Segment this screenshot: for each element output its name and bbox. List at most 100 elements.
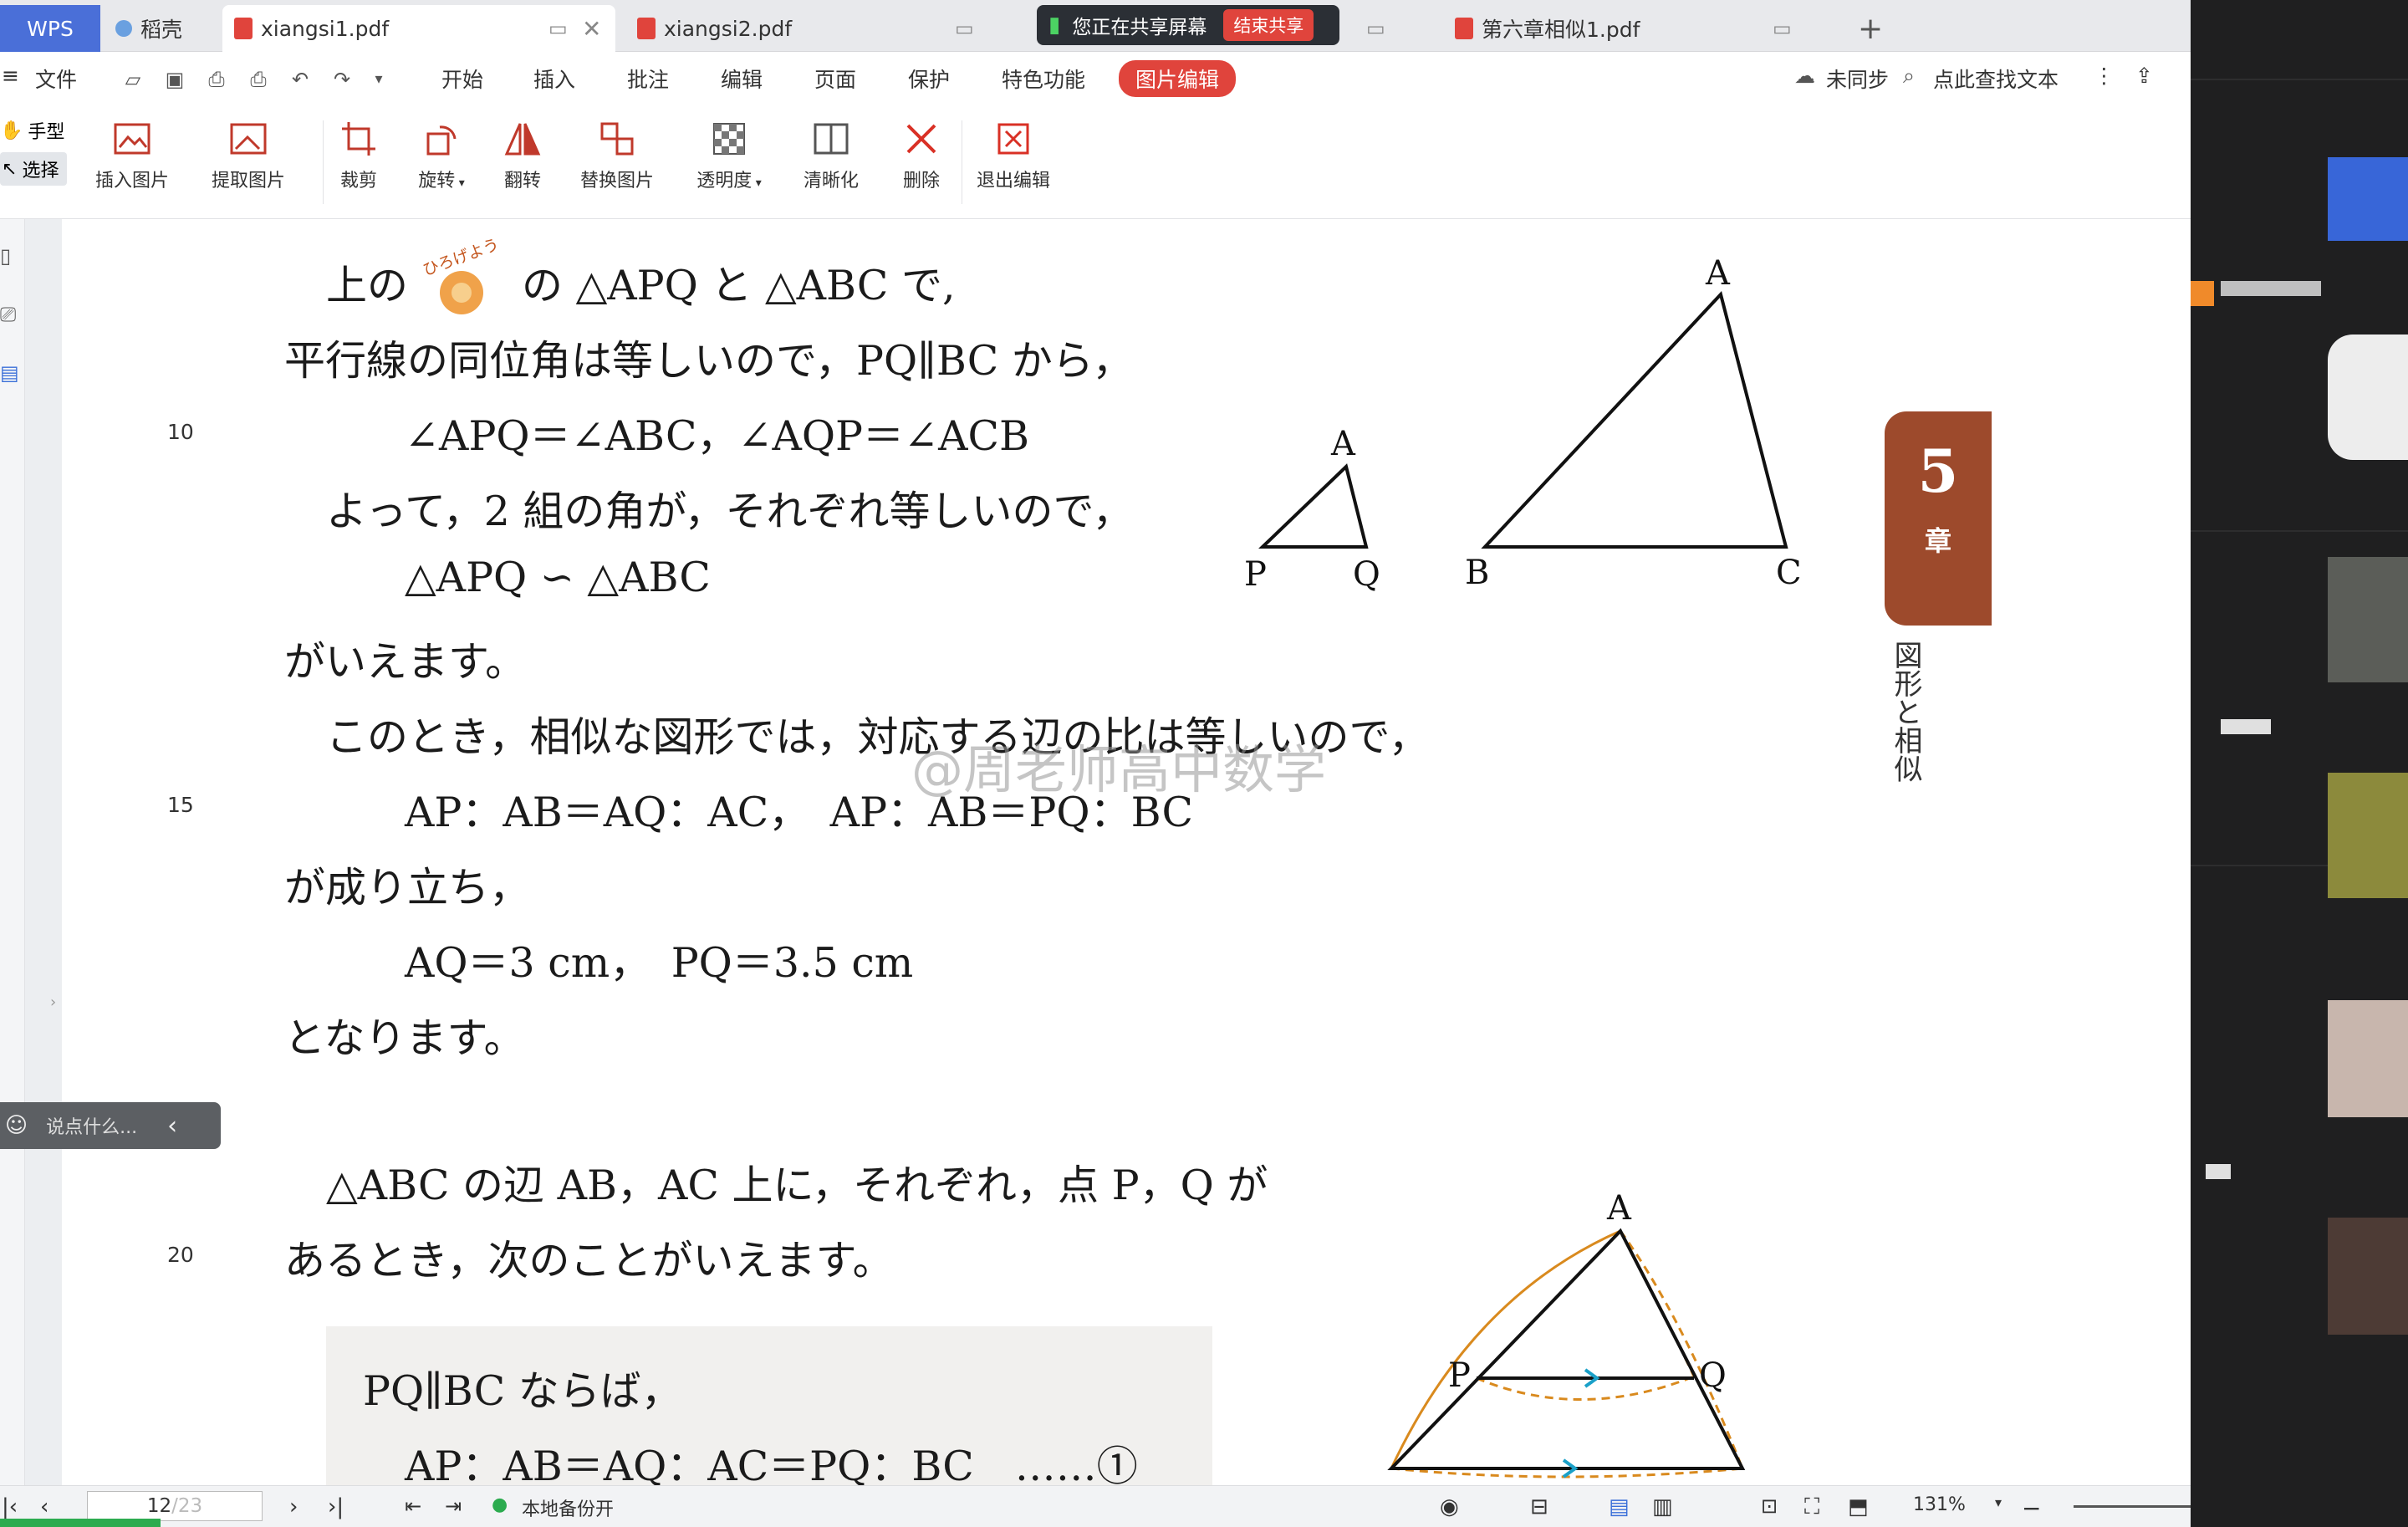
menu-bar: ≡ 文件 ▱ ▣ ⎙ ⎙ ↶ ↷ ▾ 开始 插入 批注 编辑 页面 保护 特色功… (0, 52, 2191, 107)
print-preview-icon[interactable]: ⎙ (247, 69, 269, 90)
tab-chapter6[interactable]: 第六章相似1.pdf ▭ (1455, 5, 1823, 52)
sync-status[interactable]: 未同步 (1826, 64, 1889, 94)
participant-tile[interactable] (2191, 79, 2408, 530)
open-folder-icon[interactable]: ▱ (122, 69, 144, 90)
two-page-icon[interactable]: ▥ (1652, 1494, 1673, 1519)
text-line: あるとき，次のことがいえます。 (284, 1237, 894, 1284)
monitor-icon[interactable]: ▭ (548, 17, 568, 40)
menu-page[interactable]: 页面 (814, 64, 856, 94)
share-label: 您正在共享屏幕 (1072, 17, 1207, 38)
menu-insert[interactable]: 插入 (533, 64, 575, 94)
chat-input[interactable]: ☺ 说点什么... ‹ (0, 1102, 221, 1149)
first-page-icon[interactable]: |‹ (2, 1494, 18, 1519)
tab-xiangsi2[interactable]: xiangsi2.pdf ▭ (637, 5, 1022, 52)
chevron-right-icon[interactable]: › (50, 993, 56, 1011)
backup-status-icon: ● (492, 1494, 508, 1515)
image-icon (114, 123, 150, 155)
thumbnail-icon[interactable]: ▤ (0, 361, 19, 385)
menu-edit[interactable]: 编辑 (721, 64, 763, 94)
split-view-icon[interactable]: ⊟ (1530, 1494, 1548, 1519)
rotate-button[interactable]: 旋转 ▾ (406, 115, 477, 192)
last-page-icon[interactable]: ›| (328, 1494, 344, 1519)
single-page-icon[interactable]: ▤ (1609, 1494, 1630, 1519)
forward-icon[interactable]: ⇥ (445, 1494, 462, 1518)
extract-image-button[interactable]: 提取图片 (204, 115, 293, 192)
end-share-button[interactable]: 结束共享 (1223, 9, 1314, 41)
pdf-page (62, 219, 2191, 1485)
chapter-title: 図形と相似 (1889, 641, 1922, 783)
chevron-left-icon[interactable]: ‹ (167, 1111, 177, 1141)
vertex-label: A (1705, 254, 1731, 293)
text-line: PQ∥BC ならば， (363, 1367, 682, 1415)
monitor-icon[interactable]: ▭ (1366, 17, 1385, 40)
chevron-down-icon[interactable]: ▾ (368, 69, 390, 90)
back-icon[interactable]: ⇤ (405, 1494, 421, 1518)
tab-placeholder[interactable]: ▭ (1354, 5, 1438, 52)
daoke-label: 稻壳 (140, 18, 183, 42)
close-icon[interactable]: ✕ (582, 15, 601, 43)
find-text-button[interactable]: 点此查找文本 (1933, 64, 2059, 94)
vertex-label: Q (1699, 1356, 1727, 1395)
actual-size-icon[interactable]: ⊡ (1761, 1494, 1778, 1518)
wps-label: WPS (27, 16, 74, 41)
avatar (2328, 157, 2408, 241)
menu-protect[interactable]: 保护 (908, 64, 950, 94)
save-icon[interactable]: ▣ (164, 69, 186, 90)
annotation-icon[interactable]: ⎚ (0, 303, 16, 326)
more-icon[interactable]: ⋮ (2094, 64, 2115, 88)
menu-file[interactable]: 文件 (35, 64, 77, 94)
ribbon-toolbar: ✋ 手型 ↖ 选择 插入图片 提取图片 裁剪 旋转 ▾ 翻转 替换图片 透明度 … (0, 107, 2191, 219)
pdf-icon (1455, 18, 1473, 39)
delete-button[interactable]: 删除 (888, 115, 955, 192)
crop-button[interactable]: 裁剪 (331, 115, 386, 192)
exit-edit-button[interactable]: 退出编辑 (970, 115, 1057, 192)
print-icon[interactable]: ⎙ (206, 69, 227, 90)
avatar (2328, 335, 2408, 460)
vertex-label: Q (1353, 555, 1380, 594)
menu-features[interactable]: 特色功能 (1002, 64, 1085, 94)
monitor-icon[interactable]: ▭ (1773, 17, 1792, 40)
zoom-out-icon[interactable]: − (2022, 1494, 2041, 1522)
rotate-icon (426, 125, 457, 156)
zoom-slider[interactable] (2074, 1505, 2191, 1508)
avatar (2328, 557, 2408, 682)
replace-image-button[interactable]: 替换图片 (572, 115, 662, 192)
hand-label: 手型 (28, 122, 65, 143)
menu-annotate[interactable]: 批注 (627, 64, 669, 94)
share-icon[interactable]: ⇪ (2135, 64, 2153, 88)
participant-name-bar (2221, 281, 2321, 296)
sharpen-button[interactable]: 清晰化 (796, 115, 866, 192)
eye-icon[interactable]: ◉ (1440, 1494, 1459, 1519)
hamburger-icon[interactable]: ≡ (2, 64, 19, 88)
wps-home-tab[interactable]: WPS (0, 5, 100, 52)
equation-line: ∠APQ＝∠ABC，∠AQP＝∠ACB (405, 412, 1029, 460)
bookmark-icon[interactable]: ▯ (0, 244, 11, 268)
hirogeyou-logo: ひろげよう (415, 235, 508, 321)
flip-button[interactable]: 翻转 (493, 115, 552, 192)
text-line: 平行線の同位角は等しいので，PQ∥BC から， (284, 337, 1134, 385)
extract-image-icon (230, 123, 267, 155)
menu-start[interactable]: 开始 (441, 64, 483, 94)
monitor-icon[interactable]: ▭ (955, 17, 974, 40)
insert-image-button[interactable]: 插入图片 (90, 115, 174, 192)
page-gutter: › (25, 219, 62, 1485)
chevron-down-icon[interactable]: ▾ (1995, 1494, 2002, 1510)
next-page-icon[interactable]: › (289, 1494, 298, 1519)
new-tab-button[interactable]: + (1858, 5, 1891, 52)
fit-width-icon[interactable]: ⬒ (1848, 1494, 1869, 1519)
page-number-input[interactable]: 12/23 (87, 1491, 263, 1521)
daoke-tab[interactable]: 稻壳 (115, 5, 216, 52)
avatar (2328, 1000, 2408, 1117)
backup-status[interactable]: 本地备份开 (522, 1494, 614, 1521)
undo-icon[interactable]: ↶ (289, 69, 311, 90)
tab-xiangsi1[interactable]: xiangsi1.pdf ▭ ✕ (222, 5, 615, 52)
chapter-tab[interactable]: 5 章 (1885, 411, 1992, 626)
zoom-level[interactable]: 131% (1913, 1494, 1966, 1515)
menu-image-edit[interactable]: 图片编辑 (1119, 60, 1237, 97)
hand-tool[interactable]: ✋ 手型 (0, 117, 64, 144)
transparency-button[interactable]: 透明度 ▾ (684, 115, 774, 192)
prev-page-icon[interactable]: ‹ (40, 1494, 48, 1519)
redo-icon[interactable]: ↷ (331, 69, 353, 90)
select-tool[interactable]: ↖ 选择 (0, 152, 67, 186)
fit-page-icon[interactable]: ⛶ (1804, 1494, 1819, 1520)
